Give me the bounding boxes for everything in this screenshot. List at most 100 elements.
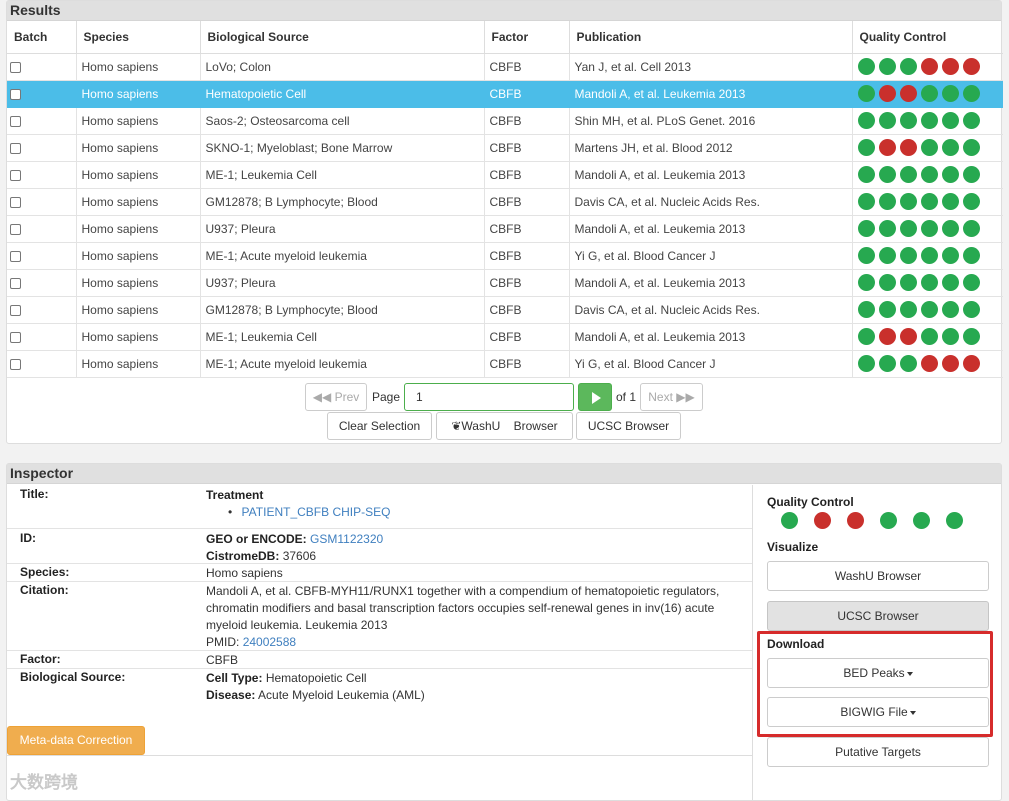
qc-pass-icon <box>962 85 980 102</box>
publication-cell: Davis CA, et al. Nucleic Acids Res. <box>569 296 853 324</box>
qc-pass-icon <box>962 328 980 345</box>
double-right-arrow-icon: ▶▶ <box>676 390 695 404</box>
next-button[interactable]: Next ▶▶ <box>640 383 703 411</box>
batch-checkbox[interactable] <box>10 196 21 208</box>
washu-browser-batch-button[interactable]: ❦WashU Browser <box>436 412 573 440</box>
pmid-link[interactable]: 24002588 <box>243 635 296 649</box>
qc-pass-icon <box>899 193 917 210</box>
table-row[interactable]: Homo sapiens Hematopoietic Cell CBFB Mandol… <box>7 80 1003 108</box>
qc-fail-icon <box>941 355 959 372</box>
col-species[interactable]: Species <box>76 21 201 54</box>
meta-value-title: Treatment • PATIENT_CBFB CHIP-SEQ <box>206 487 736 521</box>
clear-selection-button[interactable]: Clear Selection <box>327 412 432 440</box>
batch-checkbox[interactable] <box>10 61 21 73</box>
treatment-link[interactable]: PATIENT_CBFB CHIP-SEQ <box>242 505 391 519</box>
leaf-icon: ❦ <box>451 419 462 433</box>
meta-label-factor: Factor: <box>20 652 61 666</box>
putative-targets-button[interactable]: Putative Targets <box>767 737 989 767</box>
visualize-title: Visualize <box>767 540 819 554</box>
qc-pass-icon <box>962 274 980 291</box>
batch-checkbox[interactable] <box>10 250 21 262</box>
qc-pass-icon <box>857 112 875 129</box>
species-cell: Homo sapiens <box>76 134 201 162</box>
quality-control-cell <box>852 296 1003 324</box>
geo-link[interactable]: GSM1122320 <box>310 532 383 546</box>
factor-cell: CBFB <box>484 350 570 378</box>
publication-cell: Yan J, et al. Cell 2013 <box>569 53 853 81</box>
col-quality-control[interactable]: Quality Control <box>852 21 1003 54</box>
batch-checkbox-cell <box>7 80 77 108</box>
geo-label: GEO or ENCODE: <box>206 532 307 546</box>
table-row[interactable]: Homo sapiens U937; Pleura CBFB Mandoli A, e… <box>7 215 1003 243</box>
qc-indicators <box>781 512 963 529</box>
treatment-label: Treatment <box>206 488 264 502</box>
meta-value-species: Homo sapiens <box>206 566 283 580</box>
col-biological-source[interactable]: Biological Source <box>200 21 485 54</box>
qc-pass-icon <box>920 328 938 345</box>
ucsc-browser-batch-button[interactable]: UCSC Browser <box>576 412 681 440</box>
results-header-row: Batch Species Biological Source Factor P… <box>7 21 1003 54</box>
batch-checkbox[interactable] <box>10 142 21 154</box>
batch-checkbox[interactable] <box>10 169 21 181</box>
batch-checkbox-cell <box>7 350 77 378</box>
meta-data-correction-button[interactable]: Meta-data Correction <box>7 726 145 755</box>
batch-checkbox[interactable] <box>10 115 21 127</box>
go-page-button[interactable] <box>578 383 612 411</box>
page-input[interactable]: 1 <box>404 383 574 411</box>
qc-pass-icon <box>920 247 938 264</box>
qc-pass-icon <box>878 274 896 291</box>
meta-row-id: ID: GEO or ENCODE: GSM1122320 CistromeDB… <box>7 529 752 564</box>
quality-control-cell <box>852 269 1003 297</box>
qc-pass-icon <box>941 193 959 210</box>
table-row[interactable]: Homo sapiens ME-1; Leukemia Cell CBFB Mando… <box>7 323 1003 351</box>
col-factor[interactable]: Factor <box>484 21 570 54</box>
table-row[interactable]: Homo sapiens GM12878; B Lymphocyte; Blood… <box>7 296 1003 324</box>
qc-dots <box>857 166 999 183</box>
meta-value-biosource: Cell Type: Hematopoietic Cell Disease: A… <box>206 670 736 704</box>
batch-checkbox[interactable] <box>10 358 21 370</box>
biological-source-cell: GM12878; B Lymphocyte; Blood <box>200 188 485 216</box>
table-row[interactable]: Homo sapiens Saos-2; Osteosarcoma cell CBF… <box>7 107 1003 135</box>
col-batch[interactable]: Batch <box>7 21 77 54</box>
meta-row-species: Species: Homo sapiens <box>7 564 752 582</box>
batch-checkbox[interactable] <box>10 331 21 343</box>
table-row[interactable]: Homo sapiens GM12878; B Lymphocyte; Blood… <box>7 188 1003 216</box>
factor-cell: CBFB <box>484 134 570 162</box>
batch-checkbox-cell <box>7 269 77 297</box>
prev-button[interactable]: ◀◀ Prev <box>305 383 367 411</box>
table-row[interactable]: Homo sapiens ME-1; Acute myeloid leukemia… <box>7 350 1003 378</box>
publication-cell: Mandoli A, et al. Leukemia 2013 <box>569 80 853 108</box>
qc-pass-icon <box>941 112 959 129</box>
batch-checkbox[interactable] <box>10 304 21 316</box>
washu-browser-button[interactable]: WashU Browser <box>767 561 989 591</box>
table-row[interactable]: Homo sapiens ME-1; Acute myeloid leukemia… <box>7 242 1003 270</box>
qc-fail-icon <box>878 328 896 345</box>
qc-pass-icon <box>920 112 938 129</box>
table-row[interactable]: Homo sapiens SKNO-1; Myeloblast; Bone Mar… <box>7 134 1003 162</box>
factor-cell: CBFB <box>484 323 570 351</box>
qc-pass-icon <box>941 85 959 102</box>
next-label: Next <box>648 390 673 404</box>
factor-cell: CBFB <box>484 242 570 270</box>
batch-checkbox[interactable] <box>10 223 21 235</box>
qc-dots <box>857 274 999 291</box>
qc-pass-icon <box>878 58 896 75</box>
qc-pass-icon <box>878 301 896 318</box>
table-row[interactable]: Homo sapiens LoVo; Colon CBFB Yan J, et al.… <box>7 53 1003 81</box>
table-row[interactable]: Homo sapiens U937; Pleura CBFB Mandoli A, e… <box>7 269 1003 297</box>
qc-pass-icon <box>941 139 959 156</box>
quality-control-cell <box>852 242 1003 270</box>
batch-checkbox-cell <box>7 296 77 324</box>
batch-checkbox[interactable] <box>10 277 21 289</box>
ucsc-browser-button[interactable]: UCSC Browser <box>767 601 989 631</box>
cistrome-label: CistromeDB: <box>206 549 280 563</box>
factor-cell: CBFB <box>484 188 570 216</box>
biological-source-cell: SKNO-1; Myeloblast; Bone Marrow <box>200 134 485 162</box>
table-row[interactable]: Homo sapiens ME-1; Leukemia Cell CBFB Mando… <box>7 161 1003 189</box>
col-publication[interactable]: Publication <box>569 21 853 54</box>
qc-pass-icon <box>941 301 959 318</box>
batch-checkbox[interactable] <box>10 88 21 100</box>
qc-pass-icon <box>878 193 896 210</box>
meta-value-citation: Mandoli A, et al. CBFB-MYH11/RUNX1 toget… <box>206 583 736 651</box>
batch-checkbox-cell <box>7 215 77 243</box>
